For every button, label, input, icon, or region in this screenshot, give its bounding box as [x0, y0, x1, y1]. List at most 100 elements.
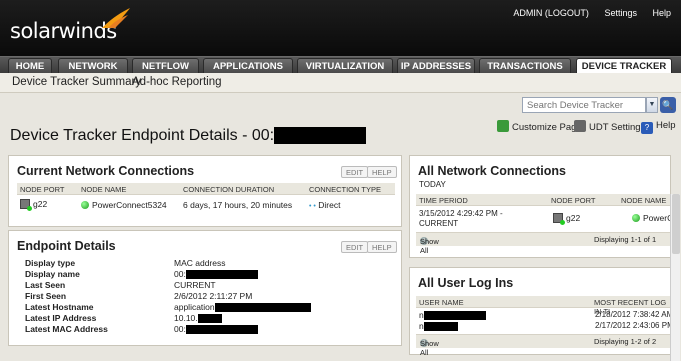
current-network-connections-panel: Current Network Connections EDIT HELP NO… — [8, 155, 402, 227]
all-user-logins-panel: All User Log Ins USER NAME MOST RECENT L… — [409, 267, 674, 357]
customize-page-link[interactable]: Customize Page — [497, 120, 582, 133]
subnav-device-tracker-summary[interactable]: Device Tracker Summary — [12, 76, 141, 88]
redacted-value — [197, 314, 222, 324]
status-up-icon — [632, 214, 640, 222]
help-icon: ? — [641, 122, 653, 134]
col-connection-type: CONNECTION TYPE — [309, 185, 381, 194]
port-cell[interactable]: g22 — [553, 213, 581, 225]
edit-button[interactable]: EDIT — [341, 166, 369, 178]
panel-subtitle: TODAY — [419, 180, 446, 189]
detail-value-text: 00: — [174, 324, 186, 334]
search-icon: 🔍 — [662, 100, 674, 110]
top-links: ADMIN (LOGOUT) Settings Help — [500, 8, 671, 18]
port-icon — [553, 213, 565, 225]
top-bar: solarwinds ADMIN (LOGOUT) Settings Help — [0, 0, 681, 56]
connection-type-text: Direct — [318, 200, 341, 210]
flame-icon — [102, 8, 130, 28]
redacted-value — [185, 270, 258, 280]
detail-label: Display name — [25, 269, 80, 279]
tab-device-tracker[interactable]: DEVICE TRACKER — [576, 58, 672, 74]
scrollbar-thumb[interactable] — [672, 194, 680, 254]
redacted-value — [214, 303, 311, 313]
port-cell[interactable]: g22 — [20, 199, 47, 211]
help-button[interactable]: HELP — [367, 166, 397, 178]
paging-text: Displaying 1-1 of 1 — [594, 235, 657, 244]
udt-settings-link[interactable]: UDT Settings — [574, 120, 645, 133]
customize-page-label: Customize Page — [512, 122, 582, 133]
search-input[interactable] — [522, 97, 646, 113]
time-period-line1: 3/15/2012 4:29:42 PM - — [419, 209, 503, 218]
table-footer: + Show All Displaying 1-1 of 1 — [416, 232, 672, 255]
all-network-connections-panel: All Network Connections TODAY TIME PERIO… — [409, 155, 678, 258]
duration-cell: 6 days, 17 hours, 20 minutes — [183, 200, 293, 210]
panel-title: Endpoint Details — [17, 239, 116, 253]
node-name-text: PowerConnect5324 — [92, 200, 167, 210]
node-name-cell[interactable]: PowerConnect5324 — [81, 200, 167, 210]
tab-netflow[interactable]: NETFLOW — [132, 58, 199, 73]
page-title-text: Device Tracker Endpoint Details - 00: — [10, 127, 275, 144]
detail-label: Latest Hostname — [25, 302, 94, 312]
vertical-scrollbar[interactable] — [670, 194, 680, 361]
endpoint-details-panel: Endpoint Details EDIT HELP Display type … — [8, 230, 402, 346]
help-action-label: Help — [656, 120, 676, 131]
panel-title: All Network Connections — [418, 164, 566, 178]
tab-transactions[interactable]: TRANSACTIONS — [479, 58, 571, 73]
detail-value: MAC address — [174, 258, 226, 268]
detail-label: Last Seen — [25, 280, 66, 290]
search-button[interactable]: 🔍 — [660, 97, 676, 113]
detail-label: Display type — [25, 258, 76, 268]
redacted-mac — [274, 127, 367, 145]
detail-label: Latest IP Address — [25, 313, 97, 323]
tab-home[interactable]: HOME — [8, 58, 52, 73]
detail-value: 10.10. — [174, 313, 222, 324]
col-node-port: NODE PORT — [551, 196, 596, 205]
col-time-period: TIME PERIOD — [419, 196, 468, 205]
help-link[interactable]: Help — [652, 8, 671, 18]
table-header: USER NAME MOST RECENT LOG IN TI — [416, 296, 672, 316]
chevron-down-icon: ▼ — [648, 101, 656, 108]
col-node-name: NODE NAME — [621, 196, 667, 205]
gear-icon — [574, 120, 586, 132]
tab-ip-addresses[interactable]: IP ADDRESSES — [397, 58, 475, 73]
user-name-cell[interactable]: n — [419, 310, 486, 321]
redacted-user — [423, 311, 486, 321]
login-time-cell: 2/17/2012 2:43:06 PM — [595, 321, 674, 330]
port-icon — [20, 199, 32, 211]
admin-logout-link[interactable]: ADMIN (LOGOUT) — [513, 8, 589, 18]
detail-value: 00: — [174, 324, 258, 335]
status-up-icon — [81, 201, 89, 209]
col-user-name: USER NAME — [419, 298, 464, 307]
panel-title: Current Network Connections — [17, 164, 195, 178]
login-time-cell: 2/18/2012 7:38:42 AM — [595, 310, 674, 319]
detail-value-text: 10.10. — [174, 313, 198, 323]
paging-text: Displaying 1-2 of 2 — [594, 337, 657, 346]
detail-value-text: application — [174, 302, 215, 312]
search-dropdown-button[interactable]: ▼ — [646, 97, 658, 113]
detail-value: 2/6/2012 2:11:27 PM — [174, 291, 253, 301]
subnav-ad-hoc-reporting[interactable]: Ad-hoc Reporting — [132, 76, 222, 88]
detail-value: 00: — [174, 269, 258, 280]
table-header: TIME PERIOD NODE PORT NODE NAME — [416, 194, 672, 206]
help-action-link[interactable]: ? Help — [641, 120, 676, 134]
tab-virtualization[interactable]: VIRTUALIZATION — [297, 58, 393, 73]
tab-network[interactable]: NETWORK — [58, 58, 128, 73]
detail-label: Latest MAC Address — [25, 324, 108, 334]
col-connection-duration: CONNECTION DURATION — [183, 185, 275, 194]
detail-label: First Seen — [25, 291, 67, 301]
panel-title: All User Log Ins — [418, 276, 514, 290]
direct-connection-icon: • • — [309, 203, 316, 210]
user-name-cell[interactable]: n — [419, 321, 458, 332]
show-all-label: Show All — [420, 339, 439, 357]
time-period-line2: CURRENT — [419, 219, 459, 228]
help-button[interactable]: HELP — [367, 241, 397, 253]
edit-button[interactable]: EDIT — [341, 241, 369, 253]
port-text: g22 — [566, 213, 581, 223]
table-header: NODE PORT NODE NAME CONNECTION DURATION … — [17, 183, 395, 195]
col-node-port: NODE PORT — [20, 185, 65, 194]
tab-applications[interactable]: APPLICATIONS — [203, 58, 293, 73]
col-node-name: NODE NAME — [81, 185, 127, 194]
detail-value-text: 00: — [174, 269, 186, 279]
settings-link[interactable]: Settings — [604, 8, 637, 18]
detail-value: application — [174, 302, 311, 313]
main-tab-bar: HOME NETWORK NETFLOW APPLICATIONS VIRTUA… — [0, 56, 681, 74]
